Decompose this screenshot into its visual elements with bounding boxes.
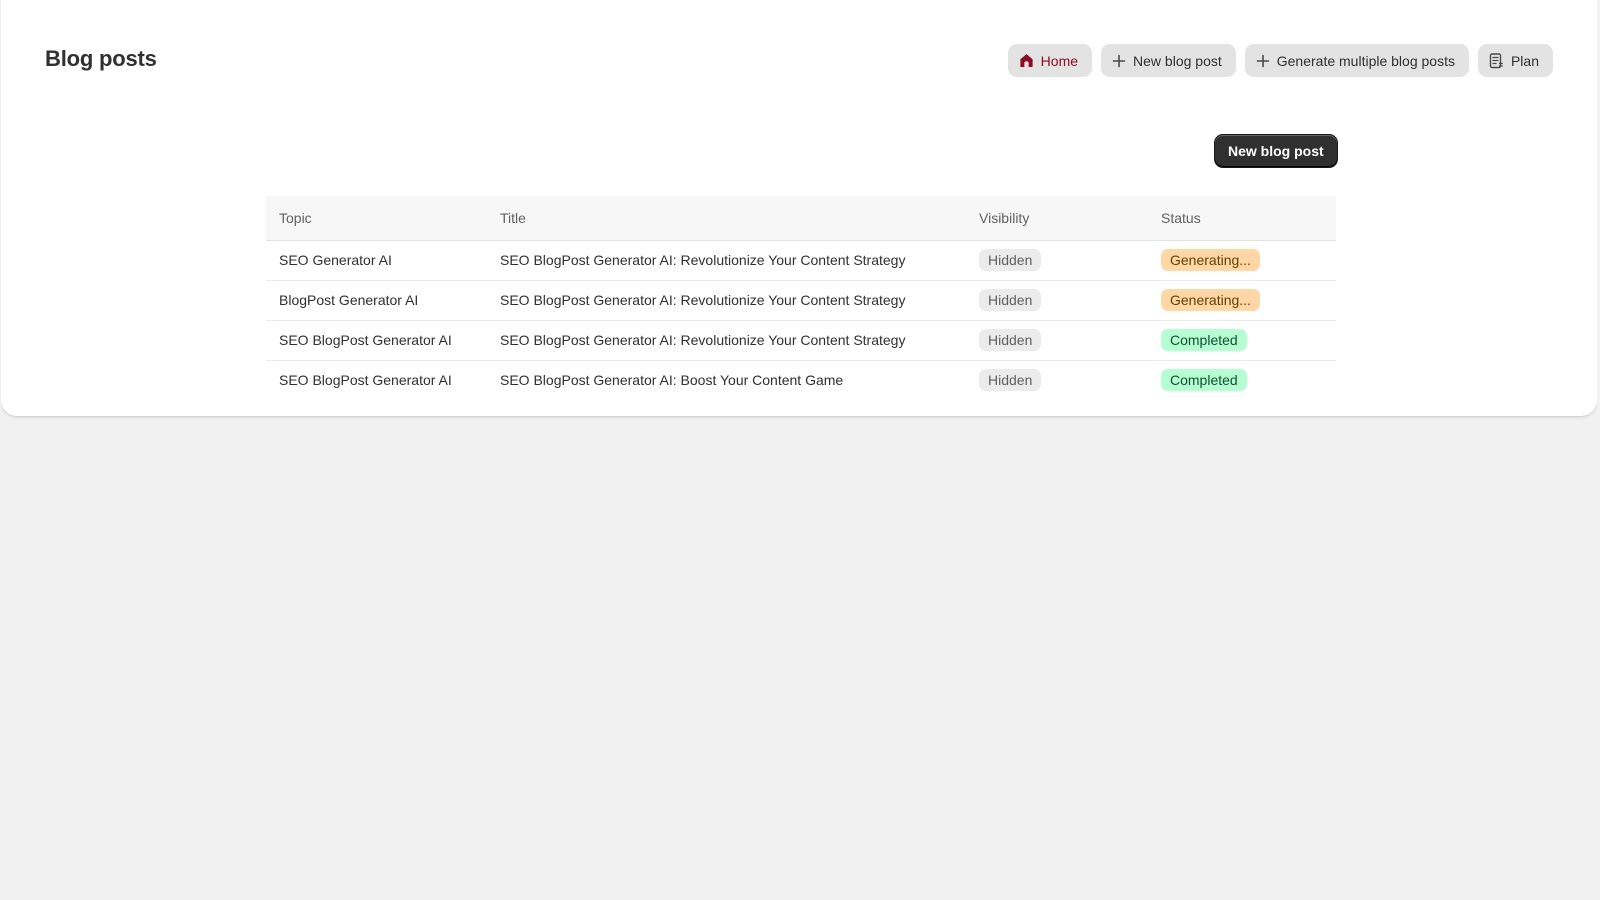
visibility-badge: Hidden [979,369,1042,391]
cell-visibility: Hidden [966,240,1148,281]
column-header-status[interactable]: Status [1148,196,1336,241]
cell-topic[interactable]: SEO Generator AI [266,240,487,281]
cell-status: Completed [1148,360,1336,400]
app-window: Blog posts Home New blog post Generate m… [1,0,1597,900]
plan-button-label: Plan [1510,52,1539,69]
table-row[interactable]: BlogPost Generator AI SEO BlogPost Gener… [266,280,1336,321]
column-header-topic[interactable]: Topic [266,196,487,241]
cell-title[interactable]: SEO BlogPost Generator AI: Boost Your Co… [487,360,966,400]
status-badge: Generating... [1161,249,1260,271]
cell-status: Completed [1148,320,1336,361]
home-icon [1019,53,1034,68]
status-badge: Completed [1161,369,1247,391]
home-button[interactable]: Home [1007,44,1093,77]
status-badge: Generating... [1161,289,1260,311]
visibility-badge: Hidden [979,289,1042,311]
table-row[interactable]: SEO Generator AI SEO BlogPost Generator … [266,240,1336,281]
table-row[interactable]: SEO BlogPost Generator AI SEO BlogPost G… [266,320,1336,361]
blog-posts-table: Topic Title Visibility Status SEO Genera… [266,196,1336,400]
plan-button[interactable]: Plan [1477,44,1553,77]
cell-topic[interactable]: SEO BlogPost Generator AI [266,320,487,361]
cell-title[interactable]: SEO BlogPost Generator AI: Revolutionize… [487,240,966,281]
cell-topic[interactable]: SEO BlogPost Generator AI [266,360,487,400]
header-actions: Home New blog post Generate multiple blo… [1007,44,1553,77]
new-blog-post-header-label: New blog post [1133,52,1222,69]
home-button-label: Home [1040,52,1079,69]
plus-icon [1112,54,1126,68]
page-title: Blog posts [45,46,157,71]
visibility-badge: Hidden [979,329,1042,351]
column-header-visibility[interactable]: Visibility [966,196,1148,241]
cell-visibility: Hidden [966,320,1148,361]
cell-title[interactable]: SEO BlogPost Generator AI: Revolutionize… [487,320,966,361]
cell-status: Generating... [1148,280,1336,321]
table-row[interactable]: SEO BlogPost Generator AI SEO BlogPost G… [266,360,1336,400]
cell-title[interactable]: SEO BlogPost Generator AI: Revolutionize… [487,280,966,321]
generate-multiple-label: Generate multiple blog posts [1276,52,1455,69]
page-card: Blog posts Home New blog post Generate m… [1,0,1597,416]
column-header-title[interactable]: Title [487,196,966,241]
cell-visibility: Hidden [966,280,1148,321]
cell-visibility: Hidden [966,360,1148,400]
table-header-row: Topic Title Visibility Status [266,196,1336,241]
status-badge: Completed [1161,329,1247,351]
cell-topic[interactable]: BlogPost Generator AI [266,280,487,321]
new-blog-post-header-button[interactable]: New blog post [1101,44,1236,77]
visibility-badge: Hidden [979,249,1042,271]
generate-multiple-button[interactable]: Generate multiple blog posts [1244,44,1469,77]
new-blog-post-button[interactable]: New blog post [1215,135,1337,167]
cell-status: Generating... [1148,240,1336,281]
document-list-icon [1489,52,1504,69]
plus-icon [1256,54,1270,68]
